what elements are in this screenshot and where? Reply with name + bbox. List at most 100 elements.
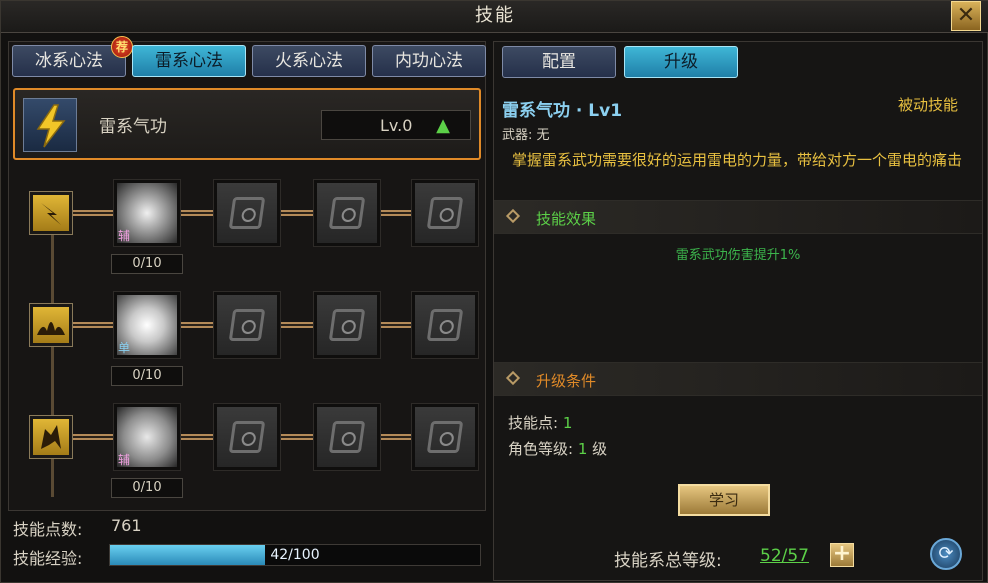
recommend-badge: 荐 xyxy=(111,36,133,58)
tab-label: 内功心法 xyxy=(395,51,463,71)
connector-line xyxy=(181,322,213,328)
skill-type: 被动技能 xyxy=(897,96,958,114)
tab-ice[interactable]: 冰系心法 荐 xyxy=(12,36,133,77)
skill-slot[interactable]: 辅 xyxy=(113,179,181,247)
locked-skill-slot[interactable] xyxy=(411,179,479,247)
connector-line xyxy=(381,434,411,440)
figure-rune-icon[interactable] xyxy=(29,415,73,459)
connector-line xyxy=(73,210,113,216)
skill-tree: 辅 0/10 单 0/10 辅 0/10 xyxy=(9,167,487,512)
locked-scroll-icon xyxy=(426,421,464,453)
slot-tag: 辅 xyxy=(118,229,131,243)
connector-line xyxy=(281,322,313,328)
locked-scroll-icon xyxy=(228,421,266,453)
skill-tree-panel: 冰系心法 荐 雷系心法 火系心法 内功心法 雷系气功 Lv.0 ▲ 辅 0/10… xyxy=(8,36,487,512)
lightning-rune-icon[interactable] xyxy=(29,191,73,235)
locked-skill-slot[interactable] xyxy=(313,291,381,359)
locked-scroll-icon xyxy=(328,197,366,229)
locked-scroll-icon xyxy=(228,309,266,341)
skill-slot[interactable]: 单 xyxy=(113,291,181,359)
slot-tag: 单 xyxy=(118,341,131,355)
cond-level-row: 角色等级: 1 级 xyxy=(508,438,607,459)
connector-line xyxy=(73,434,113,440)
skill-points-value: 761 xyxy=(111,516,142,535)
locked-skill-slot[interactable] xyxy=(411,291,479,359)
tab-upgrade[interactable]: 升级 xyxy=(624,46,738,78)
cond-points-label: 技能点: xyxy=(508,414,559,432)
condition-section-header: 升级条件 xyxy=(494,362,982,396)
skill-level: Lv.0 xyxy=(380,116,413,135)
cond-level-value: 1 xyxy=(577,440,588,458)
cond-level-label: 角色等级: xyxy=(508,440,574,458)
skill-description: 掌握雷系武功需要很好的运用雷电的力量，带给对方一个雷电的痛击 xyxy=(511,151,962,169)
condition-section-label: 升级条件 xyxy=(536,372,597,390)
connector-line xyxy=(181,434,213,440)
connector-line xyxy=(381,210,411,216)
weapon-requirement: 武器: 无 xyxy=(502,128,550,143)
close-button[interactable]: ✕ xyxy=(951,1,981,31)
locked-scroll-icon xyxy=(426,309,464,341)
learn-button[interactable]: 学习 xyxy=(678,484,770,516)
skill-progress: 0/10 xyxy=(111,366,183,386)
skill-level-box: Lv.0 ▲ xyxy=(321,110,471,140)
locked-scroll-icon xyxy=(328,309,366,341)
skill-exp-bar: 42/100 xyxy=(109,544,481,566)
locked-skill-slot[interactable] xyxy=(213,403,281,471)
tab-thunder[interactable]: 雷系心法 xyxy=(132,45,246,77)
locked-scroll-icon xyxy=(228,197,266,229)
total-level-value[interactable]: 52/57 xyxy=(760,546,809,566)
tab-config[interactable]: 配置 xyxy=(502,46,616,78)
locked-scroll-icon xyxy=(426,197,464,229)
detail-title: 雷系气功 · Lv1 xyxy=(502,101,623,121)
skill-name: 雷系气功 xyxy=(99,117,167,137)
skill-points-label: 技能点数: xyxy=(13,520,83,539)
diamond-icon xyxy=(505,208,521,224)
detail-tabs: 配置 升级 xyxy=(502,46,802,78)
tab-inner[interactable]: 内功心法 xyxy=(372,45,486,77)
upgrade-arrow-icon[interactable]: ▲ xyxy=(436,115,450,136)
cond-points-value: 1 xyxy=(562,414,573,432)
tree-row-3: 辅 0/10 xyxy=(9,391,487,501)
locked-skill-slot[interactable] xyxy=(213,291,281,359)
skill-progress: 0/10 xyxy=(111,478,183,498)
effect-section-header: 技能效果 xyxy=(494,200,982,234)
effect-section-label: 技能效果 xyxy=(536,210,597,228)
window-title: 技能 xyxy=(475,5,515,26)
tab-label: 火系心法 xyxy=(275,51,343,71)
tab-fire[interactable]: 火系心法 xyxy=(252,45,366,77)
cond-points-row: 技能点: 1 xyxy=(508,412,572,433)
connector-line xyxy=(281,210,313,216)
skill-exp-text: 42/100 xyxy=(270,547,320,563)
refresh-icon[interactable]: ⟳ xyxy=(930,538,962,570)
title-bar: 技能 ✕ xyxy=(1,1,988,33)
skill-detail-panel: 配置 升级 雷系气功 · Lv1 被动技能 武器: 无 掌握雷系武功需要很好的运… xyxy=(493,41,983,581)
connector-line xyxy=(181,210,213,216)
locked-skill-slot[interactable] xyxy=(313,179,381,247)
tab-label: 雷系心法 xyxy=(155,51,223,71)
tab-label: 冰系心法 xyxy=(35,51,103,71)
total-level-label: 技能系总等级: xyxy=(614,551,722,571)
locked-skill-slot[interactable] xyxy=(313,403,381,471)
skill-exp-label: 技能经验: xyxy=(13,549,83,568)
skill-slot[interactable]: 辅 xyxy=(113,403,181,471)
add-button[interactable]: + xyxy=(830,543,854,567)
lightning-icon xyxy=(23,98,77,152)
school-tabs: 冰系心法 荐 雷系心法 火系心法 内功心法 xyxy=(12,36,486,77)
locked-skill-slot[interactable] xyxy=(411,403,479,471)
locked-scroll-icon xyxy=(328,421,366,453)
tree-row-2: 单 0/10 xyxy=(9,279,487,389)
connector-line xyxy=(281,434,313,440)
skill-points-footer: 技能点数: 761 技能经验: 42/100 xyxy=(13,514,483,580)
effect-text: 雷系武功伤害提升1% xyxy=(675,248,801,263)
lotus-rune-icon[interactable] xyxy=(29,303,73,347)
tree-row-1: 辅 0/10 xyxy=(9,167,487,277)
selected-skill-header[interactable]: 雷系气功 Lv.0 ▲ xyxy=(13,88,481,160)
skill-window: 技能 ✕ 冰系心法 荐 雷系心法 火系心法 内功心法 雷系气功 Lv.0 ▲ 辅… xyxy=(0,0,988,583)
connector-line xyxy=(73,322,113,328)
cond-level-unit: 级 xyxy=(592,440,608,458)
diamond-icon xyxy=(505,370,521,386)
slot-tag: 辅 xyxy=(118,453,131,467)
connector-line xyxy=(381,322,411,328)
locked-skill-slot[interactable] xyxy=(213,179,281,247)
skill-progress: 0/10 xyxy=(111,254,183,274)
